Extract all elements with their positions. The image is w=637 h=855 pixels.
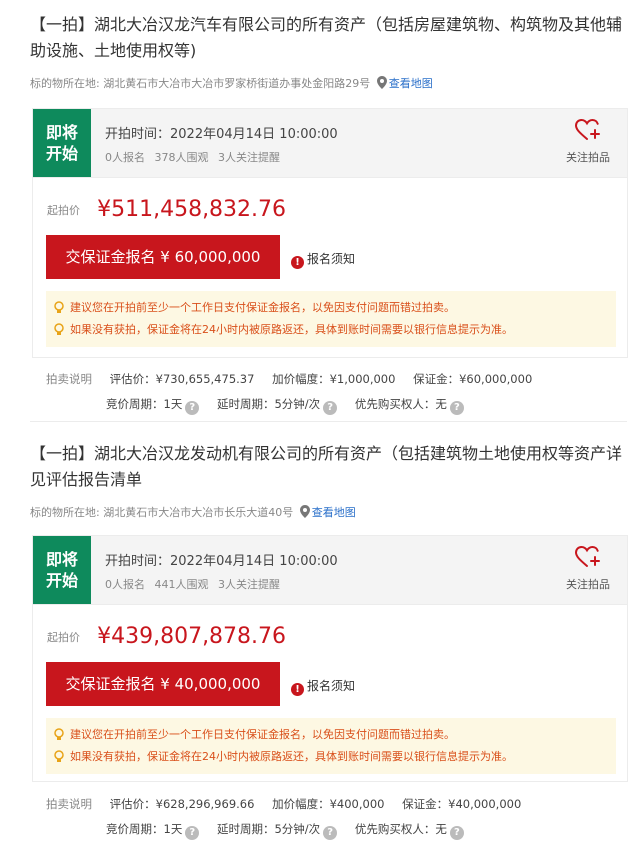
bid-increment: 加价幅度：¥1,000,000 (272, 372, 396, 386)
status-line-1: 即将 (45, 123, 78, 142)
tips-box: 建议您在开拍前至少一个工作日支付保证金报名，以免因支付问题而错过拍卖。 如果没有… (46, 291, 616, 347)
signup-notice-link[interactable]: ! 报名须知 (291, 677, 355, 696)
question-icon[interactable]: ? (185, 401, 200, 415)
follow-button[interactable]: 关注拍品 (557, 545, 619, 592)
start-price-row: 起拍价 ¥439,807,878.76 (47, 624, 286, 649)
start-time: 开拍时间：2022年04月14日 10:00:00 (105, 554, 338, 569)
appraisal-value: 评估价：¥628,296,969.66 (109, 797, 255, 811)
question-icon[interactable]: ? (449, 826, 464, 840)
tips-box: 建议您在开拍前至少一个工作日支付保证金报名，以免因支付问题而错过拍卖。 如果没有… (46, 718, 616, 774)
notice-label: 报名须知 (307, 252, 356, 266)
start-price-row: 起拍价 ¥511,458,832.76 (47, 197, 286, 222)
lot-location: 标的物所在地: 湖北黄石市大冶市大冶市罗家桥街道办事处金阳路29号 查看地图 (30, 75, 433, 91)
lot-location: 标的物所在地: 湖北黄石市大冶市大冶市长乐大道40号 查看地图 (30, 504, 356, 520)
location-address: 湖北黄石市大冶市大冶市罗家桥街道办事处金阳路29号 (103, 77, 371, 90)
view-count: 441人围观 (154, 578, 209, 591)
follow-label: 关注拍品 (566, 578, 610, 591)
question-icon[interactable]: ? (323, 401, 338, 415)
auction-info-row: 竞价周期：1天? 延时周期：5分钟/次? 优先购买权人：无? (106, 396, 478, 415)
location-label: 标的物所在地: (30, 77, 100, 90)
status-badge: 即将 开始 (33, 109, 91, 177)
signup-count: 0人报名 (105, 151, 145, 164)
bid-period: 竞价周期：1天 (106, 397, 183, 411)
deposit-amount: 保证金：¥60,000,000 (413, 372, 533, 386)
start-price-label: 起拍价 (47, 203, 80, 217)
view-count: 378人围观 (154, 151, 209, 164)
auction-info-row: 竞价周期：1天? 延时周期：5分钟/次? 优先购买权人：无? (106, 821, 478, 840)
location-pin-icon (376, 76, 387, 89)
question-icon[interactable]: ? (449, 401, 464, 415)
location-address: 湖北黄石市大冶市大冶市长乐大道40号 (103, 506, 294, 519)
appraisal-value: 评估价：¥730,655,475.37 (109, 372, 255, 386)
info-label: 拍卖说明 (46, 797, 92, 811)
auction-info-row: 拍卖说明 评估价：¥730,655,475.37 加价幅度：¥1,000,000… (46, 371, 546, 387)
signup-count: 0人报名 (105, 578, 145, 591)
lightbulb-icon (54, 728, 64, 740)
status-line-2: 开始 (45, 571, 78, 590)
start-price-value: ¥511,458,832.76 (97, 197, 287, 222)
start-price-value: ¥439,807,878.76 (97, 624, 287, 649)
bid-period: 竞价周期：1天 (106, 822, 183, 836)
location-label: 标的物所在地: (30, 506, 100, 519)
warning-icon: ! (291, 256, 304, 269)
bid-increment: 加价幅度：¥400,000 (272, 797, 385, 811)
deposit-signup-button[interactable]: 交保证金报名 ¥ 60,000,000 (46, 235, 280, 279)
lot-stats: 0人报名 378人围观 3人关注提醒 (105, 149, 286, 165)
follow-button[interactable]: 关注拍品 (557, 118, 619, 165)
divider (30, 421, 627, 422)
lightbulb-icon (54, 301, 64, 313)
status-badge: 即将 开始 (33, 536, 91, 604)
tip-item: 如果没有获拍，保证金将在24小时内被原路返还，具体到账时间需要以银行信息提示为准… (46, 319, 616, 341)
lot-title[interactable]: 【一拍】湖北大冶汉龙发动机有限公司的所有资产（包括建筑物土地使用权等资产详见评估… (30, 441, 630, 493)
card-header: 即将 开始 开拍时间：2022年04月14日 10:00:00 0人报名 378… (33, 109, 627, 178)
status-line-2: 开始 (45, 144, 78, 163)
status-line-1: 即将 (45, 550, 78, 569)
extension-period: 延时周期：5分钟/次 (216, 397, 321, 411)
tip-item: 建议您在开拍前至少一个工作日支付保证金报名，以免因支付问题而错过拍卖。 (46, 297, 616, 319)
heart-plus-icon (574, 545, 600, 567)
view-map-link[interactable]: 查看地图 (312, 506, 356, 519)
tip-text: 如果没有获拍，保证金将在24小时内被原路返还，具体到账时间需要以银行信息提示为准… (70, 750, 513, 763)
heart-plus-icon (574, 118, 600, 140)
lightbulb-icon (54, 323, 64, 335)
notice-label: 报名须知 (307, 679, 356, 693)
lot-stats: 0人报名 441人围观 3人关注提醒 (105, 576, 286, 592)
card-header: 即将 开始 开拍时间：2022年04月14日 10:00:00 0人报名 441… (33, 536, 627, 605)
view-map-link[interactable]: 查看地图 (389, 77, 433, 90)
follower-count: 3人关注提醒 (218, 578, 280, 591)
tip-item: 如果没有获拍，保证金将在24小时内被原路返还，具体到账时间需要以银行信息提示为准… (46, 746, 616, 768)
start-price-label: 起拍价 (47, 630, 80, 644)
priority-buyer: 优先购买权人：无 (354, 397, 447, 411)
tip-item: 建议您在开拍前至少一个工作日支付保证金报名，以免因支付问题而错过拍卖。 (46, 724, 616, 746)
warning-icon: ! (291, 683, 304, 696)
auction-card: 即将 开始 开拍时间：2022年04月14日 10:00:00 0人报名 441… (32, 535, 628, 782)
question-icon[interactable]: ? (185, 826, 200, 840)
follow-label: 关注拍品 (566, 151, 610, 164)
start-time: 开拍时间：2022年04月14日 10:00:00 (105, 127, 338, 142)
auction-info-row: 拍卖说明 评估价：¥628,296,969.66 加价幅度：¥400,000 保… (46, 796, 535, 812)
signup-notice-link[interactable]: ! 报名须知 (291, 250, 355, 269)
tip-text: 如果没有获拍，保证金将在24小时内被原路返还，具体到账时间需要以银行信息提示为准… (70, 323, 513, 336)
question-icon[interactable]: ? (323, 826, 338, 840)
deposit-amount: 保证金：¥40,000,000 (402, 797, 522, 811)
tip-text: 建议您在开拍前至少一个工作日支付保证金报名，以免因支付问题而错过拍卖。 (70, 301, 455, 314)
follower-count: 3人关注提醒 (218, 151, 280, 164)
priority-buyer: 优先购买权人：无 (354, 822, 447, 836)
extension-period: 延时周期：5分钟/次 (216, 822, 321, 836)
info-label: 拍卖说明 (46, 372, 92, 386)
auction-card: 即将 开始 开拍时间：2022年04月14日 10:00:00 0人报名 378… (32, 108, 628, 358)
lot-title[interactable]: 【一拍】湖北大冶汉龙汽车有限公司的所有资产（包括房屋建筑物、构筑物及其他辅助设施… (30, 12, 630, 64)
location-pin-icon (299, 505, 310, 518)
deposit-signup-button[interactable]: 交保证金报名 ¥ 40,000,000 (46, 662, 280, 706)
lightbulb-icon (54, 750, 64, 762)
tip-text: 建议您在开拍前至少一个工作日支付保证金报名，以免因支付问题而错过拍卖。 (70, 728, 455, 741)
